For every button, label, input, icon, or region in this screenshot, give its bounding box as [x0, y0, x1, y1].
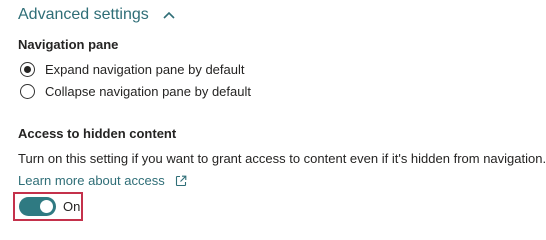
advanced-settings-title: Advanced settings — [18, 6, 149, 23]
radio-expand-label: Expand navigation pane by default — [45, 62, 245, 77]
radio-button-selected[interactable] — [20, 62, 35, 77]
hidden-content-label: Access to hidden content — [18, 126, 177, 141]
advanced-settings-header[interactable]: Advanced settings — [18, 4, 175, 26]
toggle-state-label: On — [63, 199, 81, 214]
toggle-knob — [40, 200, 53, 213]
radio-collapse-navigation-pane[interactable]: Collapse navigation pane by default — [20, 84, 251, 99]
radio-collapse-label: Collapse navigation pane by default — [45, 84, 251, 99]
chevron-up-icon[interactable] — [163, 11, 175, 19]
external-link-icon — [175, 175, 187, 186]
hidden-content-toggle[interactable] — [19, 197, 56, 216]
toggle-highlight-frame: On — [13, 192, 83, 221]
hidden-content-description: Turn on this setting if you want to gran… — [18, 151, 546, 166]
radio-expand-navigation-pane[interactable]: Expand navigation pane by default — [20, 62, 245, 77]
navigation-pane-label: Navigation pane — [18, 37, 119, 52]
radio-button-unselected[interactable] — [20, 84, 35, 99]
learn-more-label[interactable]: Learn more about access — [18, 173, 165, 188]
learn-more-link[interactable]: Learn more about access — [18, 173, 187, 188]
